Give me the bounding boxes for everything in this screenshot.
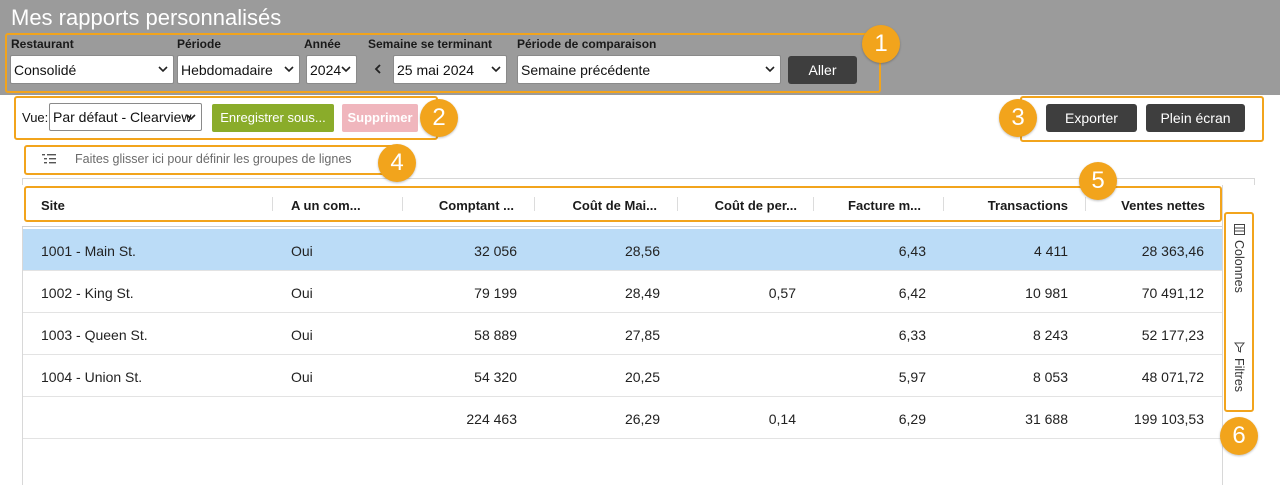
cell-transactions: 8 243 (1032, 327, 1068, 343)
annotation-frame-5 (24, 186, 1222, 222)
cell-cout-per: 0,57 (768, 285, 796, 301)
cell-cout-main: 20,25 (624, 369, 660, 385)
cell-facture: 6,43 (898, 243, 926, 259)
cell-facture: 6,33 (898, 327, 926, 343)
annotation-badge-5: 5 (1079, 162, 1117, 200)
annotation-frame-3 (1020, 96, 1264, 142)
page-title: Mes rapports personnalisés (11, 5, 282, 30)
total-facture: 6,29 (898, 411, 926, 427)
cell-comptant: 79 199 (474, 285, 517, 301)
cell-site: 1001 - Main St. (41, 243, 136, 259)
cell-cout-main: 28,49 (624, 285, 660, 301)
annotation-frame-1 (5, 33, 881, 93)
cell-ventes-nettes: 70 491,12 (1141, 285, 1204, 301)
cell-comptant: 32 056 (474, 243, 517, 259)
cell-ventes-nettes: 52 177,23 (1141, 327, 1204, 343)
cell-cout-main: 27,85 (624, 327, 660, 343)
annotation-badge-1: 1 (862, 25, 900, 63)
total-ventes-nettes: 199 103,53 (1133, 411, 1204, 427)
cell-a-un-com: Oui (291, 243, 313, 259)
cell-ventes-nettes: 28 363,46 (1141, 243, 1204, 259)
annotation-frame-4 (24, 145, 396, 175)
annotation-frame-2 (14, 96, 438, 140)
cell-transactions: 4 411 (1034, 243, 1068, 259)
cell-comptant: 58 889 (474, 327, 517, 343)
total-comptant: 224 463 (466, 411, 517, 427)
annotation-badge-2: 2 (420, 99, 458, 137)
cell-transactions: 8 053 (1032, 369, 1068, 385)
cell-site: 1002 - King St. (41, 285, 134, 301)
annotation-frame-6 (1224, 212, 1254, 412)
cell-a-un-com: Oui (291, 285, 313, 301)
annotation-badge-6: 6 (1220, 417, 1258, 455)
cell-a-un-com: Oui (291, 327, 313, 343)
cell-facture: 5,97 (898, 369, 926, 385)
cell-a-un-com: Oui (291, 369, 313, 385)
total-cout-main: 26,29 (624, 411, 660, 427)
cell-cout-main: 28,56 (624, 243, 660, 259)
annotation-badge-3: 3 (999, 99, 1037, 137)
cell-transactions: 10 981 (1025, 285, 1068, 301)
cell-ventes-nettes: 48 071,72 (1141, 369, 1204, 385)
cell-facture: 6,42 (898, 285, 926, 301)
cell-site: 1004 - Union St. (41, 369, 143, 385)
total-cout-per: 0,14 (768, 411, 796, 427)
cell-site: 1003 - Queen St. (41, 327, 148, 343)
cell-comptant: 54 320 (474, 369, 517, 385)
total-transactions: 31 688 (1025, 411, 1068, 427)
annotation-badge-4: 4 (378, 144, 416, 182)
